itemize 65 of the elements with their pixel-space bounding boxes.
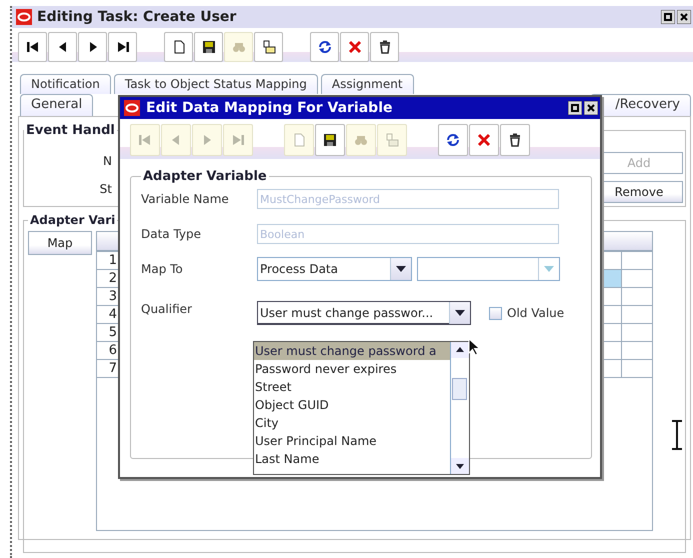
dropdown-arrow-icon: [544, 266, 554, 272]
logo-icon: [16, 9, 32, 25]
clipboard-icon: [260, 39, 276, 55]
map-to-dropdown[interactable]: Process Data: [257, 257, 412, 281]
tab[interactable]: Notification: [20, 74, 111, 94]
logo-icon: [124, 100, 140, 116]
dropdown-option[interactable]: Street: [254, 378, 450, 396]
dropdown-option[interactable]: Object GUID: [254, 396, 450, 414]
scrollbar[interactable]: [450, 342, 469, 474]
dropdown-option[interactable]: Last Name: [254, 450, 450, 468]
restore-icon[interactable]: [661, 10, 675, 24]
last-button[interactable]: [108, 32, 137, 62]
delete-button[interactable]: [340, 32, 369, 62]
save-icon: [200, 39, 216, 55]
tab[interactable]: Task to Object Status Mapping: [114, 74, 318, 94]
group-title: Event Handl: [25, 123, 116, 138]
clipboard-icon: [384, 132, 400, 148]
last-record-icon: [230, 132, 246, 148]
delete-button[interactable]: [469, 124, 499, 156]
save-icon: [322, 132, 338, 148]
new-button[interactable]: [164, 32, 193, 62]
field-label: Qualifier: [141, 302, 193, 316]
dropdown-option[interactable]: User must change password a: [254, 342, 450, 360]
refresh-button[interactable]: [310, 32, 339, 62]
close-icon[interactable]: [677, 10, 691, 24]
trash-button[interactable]: [370, 32, 399, 62]
field-label: St: [100, 182, 112, 196]
scroll-thumb[interactable]: [452, 378, 467, 400]
tab[interactable]: General: [20, 94, 94, 116]
trash-button[interactable]: [500, 124, 530, 156]
dialog-title: Edit Data Mapping For Variable: [146, 100, 394, 116]
field-label: Map To: [141, 262, 184, 276]
save-button[interactable]: [194, 32, 223, 62]
group-title: Adapter Vari: [29, 213, 116, 227]
delete-icon: [346, 39, 362, 55]
first-record-icon: [24, 39, 40, 55]
save-button[interactable]: [315, 124, 345, 156]
checkbox[interactable]: [489, 306, 502, 320]
qualifier-dropdown[interactable]: User must change passwor...: [257, 301, 471, 325]
refresh-icon: [316, 39, 332, 55]
dropdown-option[interactable]: User Principal Name: [254, 432, 450, 450]
restore-icon[interactable]: [568, 101, 582, 115]
dropdown-arrow-icon: [396, 266, 406, 272]
tab[interactable]: Assignment: [320, 74, 414, 94]
field-label: Data Type: [141, 227, 202, 241]
field-label: N: [103, 154, 112, 168]
refresh-icon: [445, 132, 461, 148]
assign-button[interactable]: [254, 32, 283, 62]
window-title: Editing Task: Create User: [37, 9, 238, 25]
previous-button[interactable]: [48, 32, 77, 62]
group-title: Adapter Variable: [142, 169, 268, 184]
delete-icon: [476, 132, 492, 148]
next-button[interactable]: [78, 32, 107, 62]
first-record-icon: [137, 132, 153, 148]
trash-icon: [507, 132, 523, 148]
map-button[interactable]: Map: [28, 231, 92, 255]
close-icon[interactable]: [584, 101, 598, 115]
dropdown-option[interactable]: City: [254, 414, 450, 432]
first-button[interactable]: [18, 32, 47, 62]
dropdown-option[interactable]: Password never expires: [254, 360, 450, 378]
refresh-button[interactable]: [438, 124, 468, 156]
checkbox-label: Old Value: [507, 306, 564, 320]
text-cursor-icon: [671, 420, 683, 450]
field-label: Variable Name: [141, 192, 230, 206]
dropdown-arrow-icon: [455, 310, 465, 316]
